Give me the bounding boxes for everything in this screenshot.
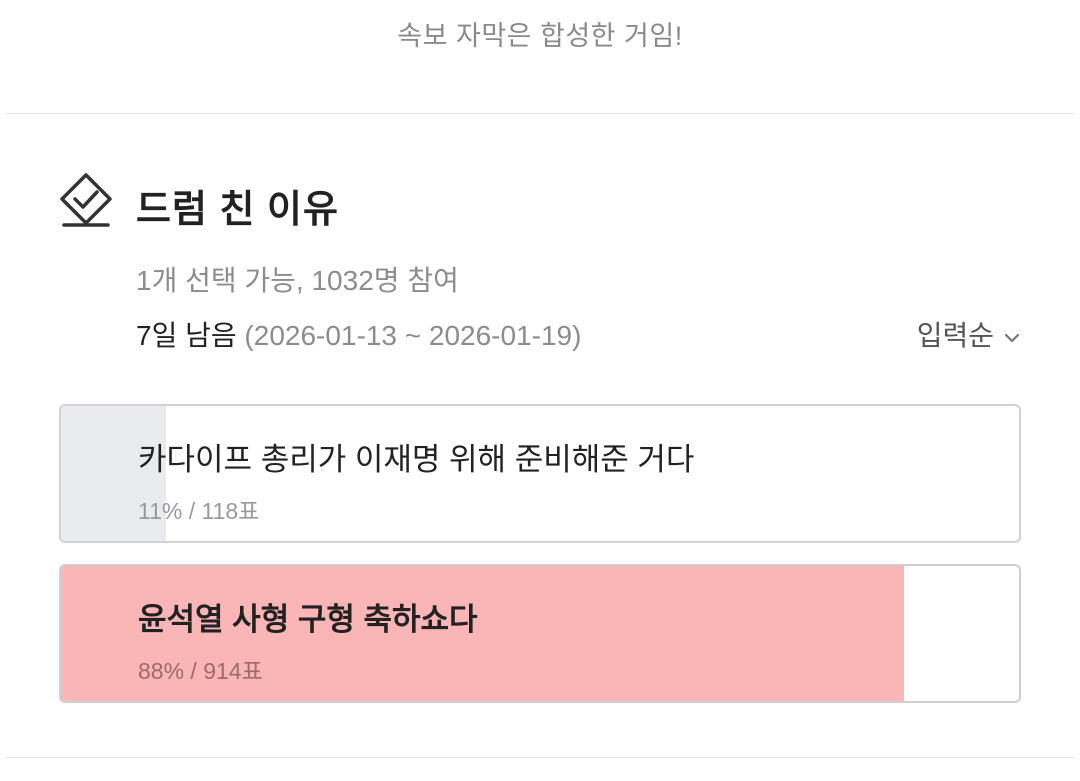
top-divider [5,113,1075,114]
ballot-check-icon [60,173,112,227]
bottom-divider [5,757,1075,758]
poll-date-range: (2026-01-13 ~ 2026-01-19) [236,320,582,351]
caption-text: 속보 자막은 합성한 거임! [397,21,683,51]
days-remaining: 7일 남음 [136,320,237,351]
poll-option[interactable]: 윤석열 사형 구형 축하쇼다 88% / 914표 [59,564,1021,703]
poll-period: 7일 남음 (2026-01-13 ~ 2026-01-19) [136,314,581,354]
sort-label: 입력순 [916,320,994,351]
option-result: 88% / 914표 [138,658,263,684]
poll-title: 드럼 친 이유 [136,189,339,231]
poll-meta: 1개 선택 가능, 1032명 참여 [136,265,459,296]
sort-dropdown[interactable]: 입력순 [917,314,1022,354]
option-label: 카다이프 총리가 이재명 위해 준비해준 거다 [138,442,695,477]
poll-card: 속보 자막은 합성한 거임! 드럼 친 이유 1개 선택 가능, 1032명 참… [0,0,1080,781]
poll-option[interactable]: 카다이프 총리가 이재명 위해 준비해준 거다 11% / 118표 [59,404,1021,543]
chevron-down-icon [1004,333,1020,343]
option-label: 윤석열 사형 구형 축하쇼다 [138,602,478,637]
option-result: 11% / 118표 [138,498,260,524]
